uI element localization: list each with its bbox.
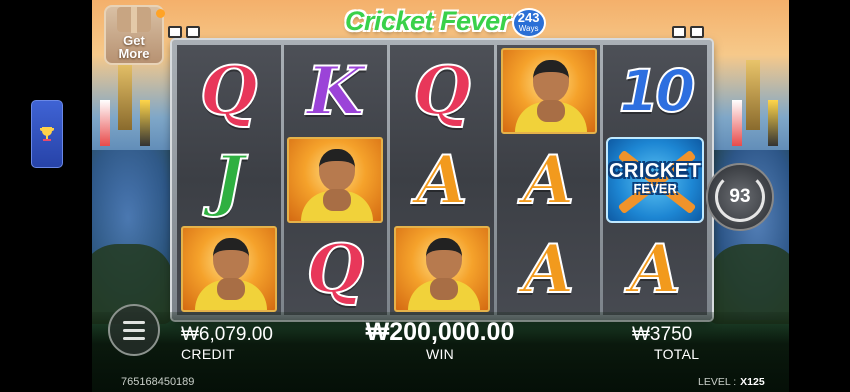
trophy-icon — [40, 127, 54, 141]
game-logo: Cricket Fever 243 Ways — [345, 2, 546, 44]
floodlight-tower-right — [746, 60, 760, 130]
symbol-cricketer — [500, 48, 597, 134]
reel-cell: CRICKET FEVER — [603, 136, 707, 224]
reel-grid: Q J K Q Q A A A 10 CRICKET FEVER A — [177, 45, 707, 315]
reel-3: QA — [390, 45, 494, 315]
reel-frame: Q J K Q Q A A A 10 CRICKET FEVER A — [172, 40, 712, 320]
symbol-q: Q — [306, 230, 365, 308]
symbol-q: Q — [199, 52, 258, 130]
credit-label: CREDIT — [181, 346, 235, 362]
symbol-a: A — [522, 141, 575, 219]
wild-line1: CRICKET — [608, 160, 702, 182]
symbol-j: J — [212, 141, 245, 219]
symbol-wild-cricket-fever: CRICKET FEVER — [606, 137, 705, 223]
floodlight-tower-left — [118, 60, 132, 130]
flag-right-2 — [768, 100, 778, 146]
hamburger-menu-icon — [123, 320, 145, 324]
ways-badge: 243 Ways — [511, 8, 546, 38]
reel-2: KQ — [283, 45, 388, 315]
reel-4: AA — [496, 45, 601, 315]
reel-1: QJ — [177, 45, 281, 315]
reel-cell: Q — [177, 47, 281, 135]
get-more-button[interactable]: Get More — [104, 5, 165, 65]
total-label: TOTAL — [654, 346, 700, 362]
hamburger-line — [123, 336, 145, 340]
level-label: LEVEL : — [698, 376, 737, 388]
level-indicator: LEVEL : X125 — [698, 376, 765, 388]
symbol-k: K — [306, 52, 365, 130]
menu-button[interactable] — [108, 304, 160, 356]
symbol-cricketer — [180, 226, 277, 312]
get-more-label: Get More — [118, 33, 150, 61]
autospin-counter-button[interactable]: 93 — [706, 163, 774, 231]
autospin-count: 93 — [729, 186, 751, 207]
symbol-a: A — [415, 141, 468, 219]
session-id: 765168450189 — [121, 376, 195, 388]
reel-cell: A — [390, 136, 494, 224]
symbol-a: A — [629, 230, 682, 308]
reel-cell: Q — [390, 47, 494, 135]
reel-cell: A — [603, 225, 707, 313]
credit-display: ₩6,079.00 CREDIT — [181, 324, 273, 362]
symbol-cricketer — [393, 226, 490, 312]
flag-left-2 — [140, 100, 150, 146]
ways-label: Ways — [518, 24, 539, 33]
side-bar-button[interactable] — [31, 100, 63, 168]
level-value: X125 — [740, 376, 765, 388]
stadium-lamp-right — [672, 26, 708, 40]
total-bet-display[interactable]: ₩3750 TOTAL — [632, 324, 699, 362]
gift-icon — [117, 7, 151, 33]
wild-line2: FEVER — [633, 181, 677, 196]
win-display: ₩200,000.00 WIN — [350, 318, 530, 362]
credit-value: ₩6,079.00 — [181, 324, 273, 345]
reel-cell — [284, 136, 388, 224]
win-label: WIN — [425, 346, 455, 362]
reel-cell: A — [497, 225, 601, 313]
symbol-cricketer — [287, 137, 384, 223]
symbol-10: 10 — [618, 57, 697, 125]
reel-cell — [177, 225, 281, 313]
reel-cell: Q — [284, 225, 388, 313]
hamburger-line — [123, 328, 145, 332]
stadium-lamp-left — [168, 26, 204, 40]
reel-5: 10 CRICKET FEVER A — [603, 45, 707, 315]
reel-cell — [390, 225, 494, 313]
reel-cell — [497, 47, 601, 135]
notification-dot — [156, 9, 165, 18]
reel-cell: K — [284, 47, 388, 135]
total-value: ₩3750 — [632, 324, 693, 345]
flag-right — [732, 100, 742, 146]
flag-left — [100, 100, 110, 146]
symbol-a: A — [522, 230, 575, 308]
reel-cell: A — [497, 136, 601, 224]
reel-cell: J — [177, 136, 281, 224]
game-title: Cricket Fever — [345, 6, 510, 36]
win-value: ₩200,000.00 — [365, 318, 515, 346]
ways-number: 243 — [517, 10, 540, 25]
symbol-q: Q — [412, 52, 471, 130]
reel-cell: 10 — [603, 47, 707, 135]
